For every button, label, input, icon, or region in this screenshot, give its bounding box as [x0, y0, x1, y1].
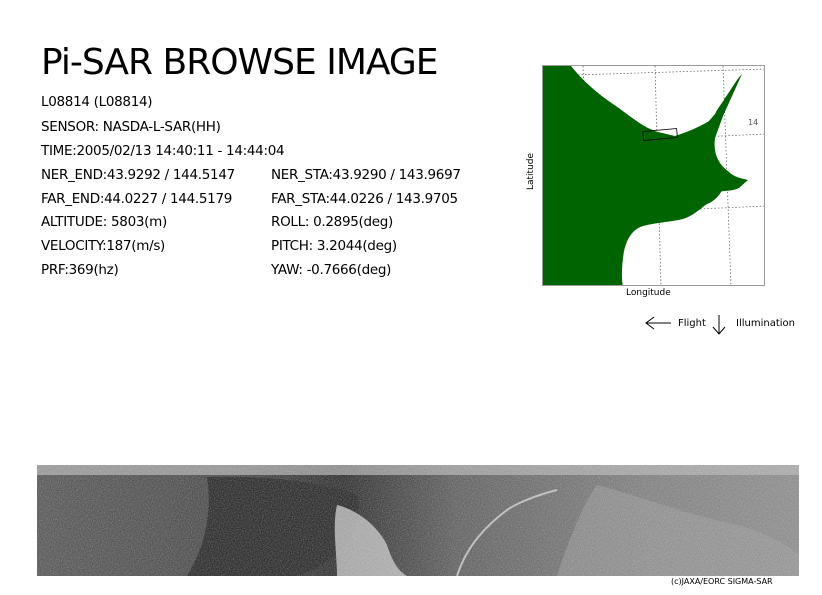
illumination-arrow-icon: [712, 315, 726, 335]
sar-browse-image: [37, 465, 799, 576]
ner-end-info: NER_END:43.9292 / 144.5147: [41, 167, 235, 183]
far-sta-info: FAR_STA:44.0226 / 143.9705: [271, 191, 458, 207]
time-info: TIME:2005/02/13 14:40:11 - 14:44:04: [41, 143, 285, 159]
pitch-info: PITCH: 3.2044(deg): [271, 238, 397, 254]
flight-arrow-icon: [645, 316, 671, 330]
page-title: Pi-SAR BROWSE IMAGE: [41, 42, 439, 83]
ner-sta-info: NER_STA:43.9290 / 143.9697: [271, 167, 461, 183]
prf-info: PRF:369(hz): [41, 262, 119, 278]
land-mass: [543, 66, 748, 285]
map-graphic: [543, 66, 764, 285]
scene-id: L08814 (L08814): [41, 94, 153, 110]
sensor-info: SENSOR: NASDA-L-SAR(HH): [41, 119, 221, 135]
map-y-axis-label: Latitude: [526, 152, 536, 190]
flight-label: Flight: [678, 318, 706, 329]
illumination-label: Illumination: [736, 318, 795, 329]
copyright-credit: (c)JAXA/EORC SIGMA-SAR: [671, 577, 773, 586]
velocity-info: VELOCITY:187(m/s): [41, 238, 166, 254]
map-x-axis-label: Longitude: [626, 288, 671, 298]
yaw-info: YAW: -0.7666(deg): [271, 262, 392, 278]
location-map: [542, 65, 765, 286]
map-grid-label: 14: [748, 118, 759, 127]
sar-image-graphic: [37, 465, 799, 576]
roll-info: ROLL: 0.2895(deg): [271, 214, 394, 230]
far-end-info: FAR_END:44.0227 / 144.5179: [41, 191, 233, 207]
altitude-info: ALTITUDE: 5803(m): [41, 214, 167, 230]
